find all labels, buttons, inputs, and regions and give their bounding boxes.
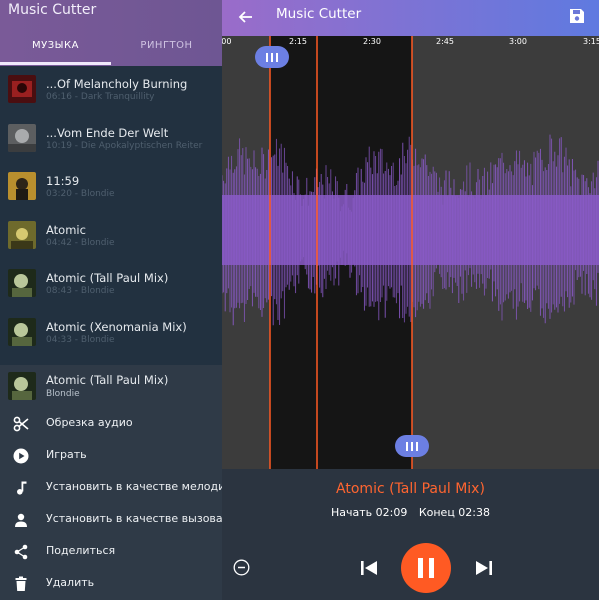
menu-cut-audio[interactable]: Обрезка аудио [0,408,222,440]
tab-ringtone[interactable]: РИНГТОН [111,40,222,51]
menu-set-ringtone[interactable]: Установить в качестве мелодии п [0,472,222,504]
library-title: Music Cutter [8,2,97,18]
arrow-left-icon [238,11,252,23]
song-title: ...Of Melancholy Burning [46,77,188,91]
timeline-tick-label: :00 [222,37,232,46]
song-subtitle: 04:33 - Blondie [46,334,115,345]
song-title: 11:59 [46,174,80,188]
album-art [8,269,36,297]
song-list-item[interactable]: Atomic (Tall Paul Mix) 08:43 - Blondie [0,260,222,309]
song-list-item[interactable]: ...Of Melancholy Burning 06:16 - Dark Tr… [0,66,222,115]
selection-start-handle[interactable] [255,46,289,68]
song-list-item[interactable]: Atomic 04:42 - Blondie [0,212,222,261]
menu-share[interactable]: Поделиться [0,536,222,568]
album-art [8,372,36,400]
song-subtitle: 08:43 - Blondie [46,286,115,296]
share-icon [13,544,29,560]
library-header: Music Cutter МУЗЫКА РИНГТОН [0,0,222,66]
editor-screen: Music Cutter :00 2:15 2:30 2:45 3:00 3:15 Ato… [222,0,599,600]
back-button[interactable] [234,5,258,29]
timeline-tick-label: 2:45 [436,37,454,46]
menu-delete[interactable]: Удалить [0,568,222,600]
album-art [8,317,36,346]
album-art [8,123,36,152]
album-art [8,220,36,249]
menu-label: Удалить [46,576,95,589]
skip-next-icon [476,561,492,575]
music-library-drawer: Music Cutter МУЗЫКА РИНГТОН ...Of Melanc… [0,0,222,600]
song-context-menu: Atomic (Tall Paul Mix) Blondie Обрезка а… [0,365,222,600]
context-song-artist: Blondie [46,389,80,399]
song-subtitle: 06:16 - Dark Tranquillity [46,92,155,102]
tab-music[interactable]: МУЗЫКА [0,40,111,51]
timeline-tick-label: 2:15 [289,37,307,46]
song-subtitle: 10:19 - Die Apokalyptischen Reiter [46,140,203,151]
skip-previous-icon [361,561,377,575]
current-song-title: Atomic (Tall Paul Mix) [336,481,485,497]
song-subtitle: 03:20 - Blondie [46,189,115,199]
album-art [8,172,36,200]
song-list: ...Of Melancholy Burning 06:16 - Dark Tr… [0,66,222,357]
song-title: Atomic [46,222,86,237]
music-note-icon [13,480,29,496]
selection-times: Начать 02:09 Конец 02:38 [222,506,599,519]
menu-label: Играть [46,448,87,461]
menu-play[interactable]: Играть [0,440,222,472]
end-time-label[interactable]: Конец 02:38 [419,506,490,519]
waveform[interactable] [222,36,599,469]
context-song-header: Atomic (Tall Paul Mix) Blondie [0,365,222,408]
menu-label: Установить в качестве вызова для [46,512,222,525]
song-title: Atomic (Tall Paul Mix) [46,271,169,285]
zoom-out-button[interactable] [233,559,250,576]
scissors-icon [13,416,29,432]
next-button[interactable] [473,559,495,577]
song-subtitle: 04:42 - Blondie [46,237,115,248]
menu-label: Поделиться [46,544,116,557]
waveform-core [222,195,599,265]
song-list-item[interactable]: ...Vom Ende Der Welt 10:19 - Die Apokaly… [0,115,222,164]
person-icon [13,512,29,528]
active-tab-indicator [0,62,111,65]
timeline-tick-label: 3:00 [509,37,527,46]
pause-icon [418,558,434,578]
timeline-tick-label: 2:30 [363,37,381,46]
song-title: Atomic (Xenomania Mix) [46,319,187,334]
menu-label: Обрезка аудио [46,416,133,429]
start-time-label[interactable]: Начать 02:09 [331,506,407,519]
menu-label: Установить в качестве мелодии п [46,480,222,493]
previous-button[interactable] [358,559,380,577]
pause-button[interactable] [401,543,451,593]
selection-end-handle[interactable] [395,435,429,457]
app-toolbar: Music Cutter [222,0,599,36]
player-controls: Atomic (Tall Paul Mix) Начать 02:09 Коне… [222,469,599,600]
context-song-title: Atomic (Tall Paul Mix) [46,373,169,387]
song-list-item[interactable]: Atomic (Xenomania Mix) 04:33 - Blondie [0,309,222,358]
song-list-item[interactable]: 11:59 03:20 - Blondie [0,163,222,212]
play-circle-icon [13,448,29,464]
app-title: Music Cutter [276,6,362,22]
menu-set-contact-ringtone[interactable]: Установить в качестве вызова для [0,504,222,536]
timeline-tick-label: 3:15 [583,37,599,46]
album-art [8,75,36,103]
song-title: ...Vom Ende Der Welt [46,125,169,140]
minus-circle-icon [233,559,250,576]
save-icon [570,9,584,23]
save-button[interactable] [566,5,588,27]
trash-icon [13,576,29,592]
